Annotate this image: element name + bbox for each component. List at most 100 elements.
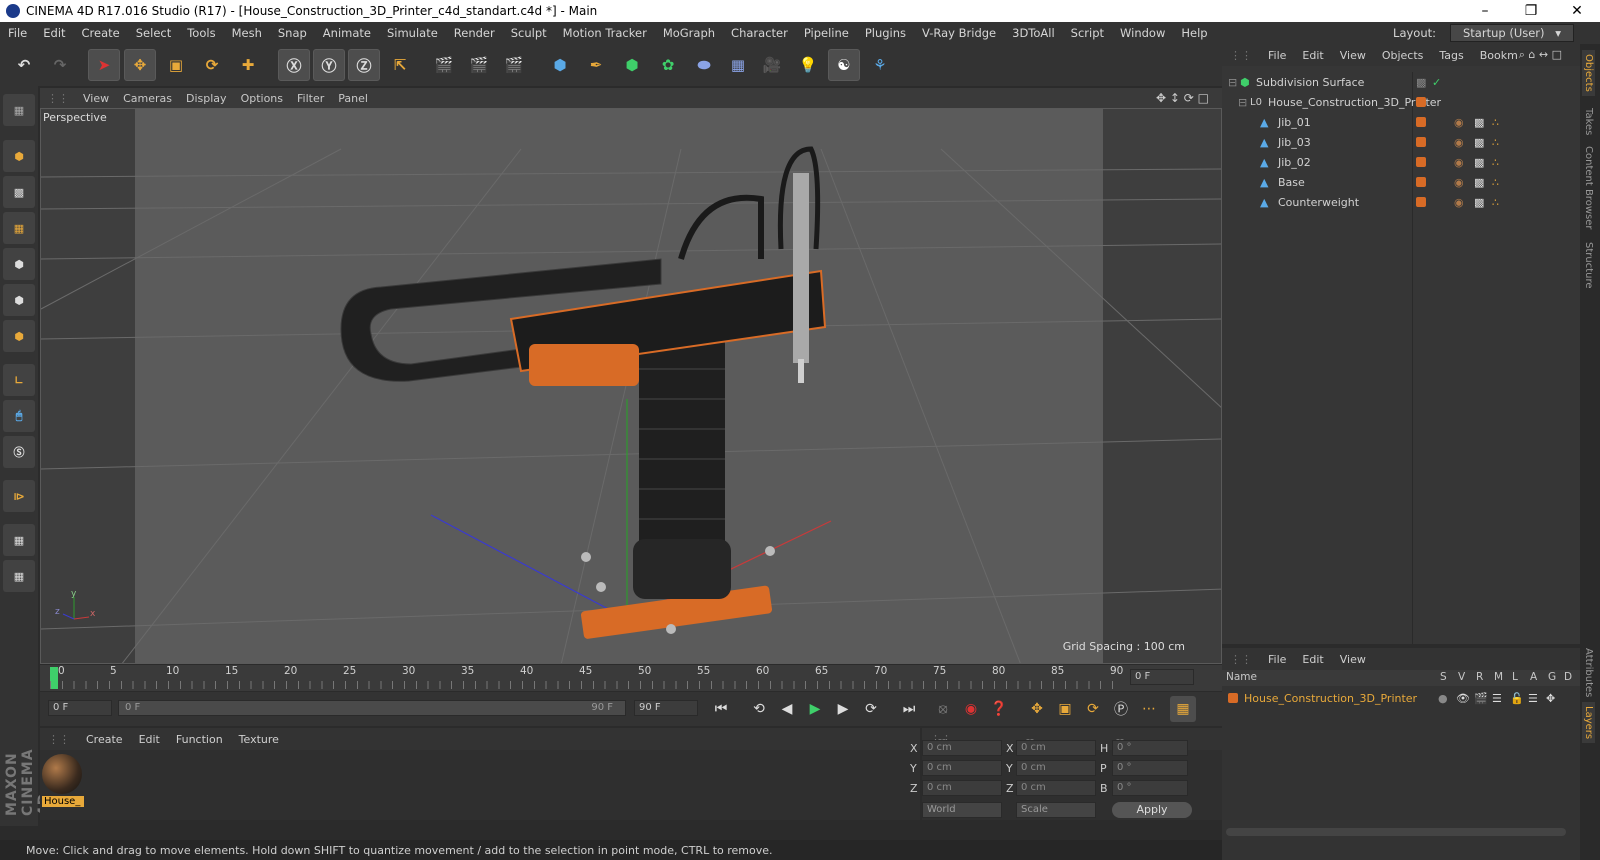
position-z-field[interactable]: 0 cm <box>922 780 1002 796</box>
points-mode-icon[interactable]: ⬢ <box>3 248 35 280</box>
maximize-button[interactable]: ❐ <box>1508 0 1554 22</box>
render-settings-icon[interactable]: 🎬 <box>498 49 530 81</box>
material-tag-icon[interactable]: ◉ <box>1454 156 1464 169</box>
size-mode-select[interactable]: Scale <box>1016 802 1096 818</box>
autokey-icon[interactable]: ◉ <box>958 696 984 722</box>
phong-tag-icon[interactable]: ∴ <box>1492 156 1499 169</box>
tab-layers[interactable]: Layers <box>1582 702 1595 744</box>
objects-menu-view[interactable]: View <box>1332 49 1374 62</box>
layout-select[interactable]: Startup (User) ▾ <box>1450 24 1574 42</box>
layer-color-swatch[interactable] <box>1228 693 1238 703</box>
menu-vray-bridge[interactable]: V-Ray Bridge <box>914 26 1004 40</box>
expand-icon[interactable]: ⊟ <box>1228 76 1237 89</box>
play-icon[interactable]: ▶ <box>802 696 828 722</box>
apply-button[interactable]: Apply <box>1112 802 1192 818</box>
layer-animation-icon[interactable]: ☰ <box>1528 692 1538 705</box>
x-axis-lock-icon[interactable]: Ⓧ <box>278 49 310 81</box>
go-to-end-icon[interactable]: ⏭ <box>896 696 922 722</box>
viewport-perspective[interactable]: Perspective y x z Grid Spacing : 100 cm <box>40 108 1222 664</box>
polygons-mode-icon[interactable]: ⬢ <box>3 320 35 352</box>
step-forward-icon[interactable]: ▶ <box>830 696 856 722</box>
expand-icon[interactable]: ⊟ <box>1238 96 1247 109</box>
vray-icon[interactable]: ☯ <box>828 49 860 81</box>
enabled-check-icon[interactable]: ✓ <box>1432 76 1441 89</box>
light-icon[interactable]: 💡 <box>792 49 824 81</box>
minimize-button[interactable]: – <box>1462 0 1508 22</box>
object-row[interactable]: ▲ Counterweight ◉ ▩ ∴ <box>1222 192 1580 212</box>
menu-select[interactable]: Select <box>128 26 179 40</box>
material-tag-icon[interactable]: ◉ <box>1454 196 1464 209</box>
uvw-tag-icon[interactable]: ▩ <box>1474 116 1484 129</box>
record-keys-icon[interactable]: ⦻ <box>930 696 956 722</box>
z-axis-lock-icon[interactable]: Ⓩ <box>348 49 380 81</box>
position-y-field[interactable]: 0 cm <box>922 760 1002 776</box>
scale-tool-icon[interactable]: ▣ <box>160 49 192 81</box>
layer-row[interactable]: House_Construction_3D_Printer ● 👁 🎬 ☰ 🔓 … <box>1222 688 1580 708</box>
y-axis-lock-icon[interactable]: Ⓨ <box>313 49 345 81</box>
menu-window[interactable]: Window <box>1112 26 1173 40</box>
end-frame-field[interactable]: 90 F <box>634 700 698 716</box>
phong-tag-icon[interactable]: ∴ <box>1492 176 1499 189</box>
size-z-field[interactable]: 0 cm <box>1016 780 1096 796</box>
phong-tag-icon[interactable]: ∴ <box>1492 196 1499 209</box>
snapping-icon[interactable]: Ⓢ <box>3 436 35 468</box>
viewport-menu-panel[interactable]: Panel <box>331 92 375 105</box>
texture-mode-icon[interactable]: ▩ <box>3 176 35 208</box>
frame-range-slider[interactable]: 0 F 90 F <box>118 700 626 716</box>
python-icon[interactable]: ⚘ <box>864 49 896 81</box>
pen-spline-icon[interactable]: ✒ <box>580 49 612 81</box>
object-row[interactable]: ⊟ L0 House_Construction_3D_Printer <box>1222 92 1580 112</box>
model-mode-icon[interactable]: ⬢ <box>3 140 35 172</box>
menu-snap[interactable]: Snap <box>270 26 315 40</box>
objects-menu-file[interactable]: File <box>1260 49 1294 62</box>
tweak-mode-icon[interactable]: 🖱 <box>3 400 35 432</box>
uvw-tag-icon[interactable]: ▩ <box>1474 156 1484 169</box>
layers-menu-file[interactable]: File <box>1260 653 1294 666</box>
step-back-icon[interactable]: ◀ <box>774 696 800 722</box>
material-menu-texture[interactable]: Texture <box>231 733 287 746</box>
menu-sculpt[interactable]: Sculpt <box>503 26 555 40</box>
viewport-menu-display[interactable]: Display <box>179 92 234 105</box>
lock-workplane-icon[interactable]: ▦ <box>3 524 35 556</box>
layers-menu-edit[interactable]: Edit <box>1294 653 1331 666</box>
size-y-field[interactable]: 0 cm <box>1016 760 1096 776</box>
menu-pipeline[interactable]: Pipeline <box>796 26 857 40</box>
rotate-tool-icon[interactable]: ⟳ <box>196 49 228 81</box>
rotation-b-field[interactable]: 0 ° <box>1112 780 1188 796</box>
key-position-icon[interactable]: ✥ <box>1024 696 1050 722</box>
next-keyframe-icon[interactable]: ⟳ <box>858 696 884 722</box>
material-tag-icon[interactable]: ◉ <box>1454 116 1464 129</box>
undo-icon[interactable]: ↶ <box>8 49 40 81</box>
uvw-tag-icon[interactable]: ▩ <box>1474 136 1484 149</box>
cube-primitive-icon[interactable]: ⬢ <box>544 49 576 81</box>
menu-tools[interactable]: Tools <box>179 26 223 40</box>
workplane-icon[interactable]: ▦ <box>3 212 35 244</box>
key-rotation-icon[interactable]: ⟳ <box>1080 696 1106 722</box>
tab-content-browser[interactable]: Content Browser <box>1582 142 1595 233</box>
subdivision-surface-icon[interactable]: ⬢ <box>616 49 648 81</box>
camera-icon[interactable]: 🎥 <box>756 49 788 81</box>
go-to-start-icon[interactable]: ⏮ <box>708 696 734 722</box>
phong-tag-icon[interactable]: ∴ <box>1492 136 1499 149</box>
start-frame-field[interactable]: 0 F <box>48 700 112 716</box>
material-tag-icon[interactable]: ◉ <box>1454 176 1464 189</box>
layer-render-icon[interactable]: 🎬 <box>1474 692 1488 705</box>
position-x-field[interactable]: 0 cm <box>922 740 1002 756</box>
menu-motion-tracker[interactable]: Motion Tracker <box>555 26 655 40</box>
menu-create[interactable]: Create <box>74 26 128 40</box>
horizontal-scrollbar[interactable] <box>1226 828 1566 836</box>
keyframe-selection-icon[interactable]: ❓ <box>986 696 1012 722</box>
layer-lock-icon[interactable]: 🔓 <box>1510 692 1524 705</box>
object-row[interactable]: ▲ Base ◉ ▩ ∴ <box>1222 172 1580 192</box>
array-cloner-icon[interactable]: ✿ <box>652 49 684 81</box>
material-tag-icon[interactable]: ◉ <box>1454 136 1464 149</box>
timeline-window-icon[interactable]: ▦ <box>1170 696 1196 722</box>
menu-character[interactable]: Character <box>723 26 796 40</box>
object-row[interactable]: ⊟ ⬢ Subdivision Surface ▩ ✓ <box>1222 72 1580 92</box>
close-button[interactable]: ✕ <box>1554 0 1600 22</box>
menu-mesh[interactable]: Mesh <box>224 26 270 40</box>
select-cursor-icon[interactable]: ➤ <box>88 49 120 81</box>
material-swatch[interactable]: House_ <box>42 754 84 812</box>
viewport-menu-view[interactable]: View <box>76 92 116 105</box>
menu-edit[interactable]: Edit <box>35 26 73 40</box>
